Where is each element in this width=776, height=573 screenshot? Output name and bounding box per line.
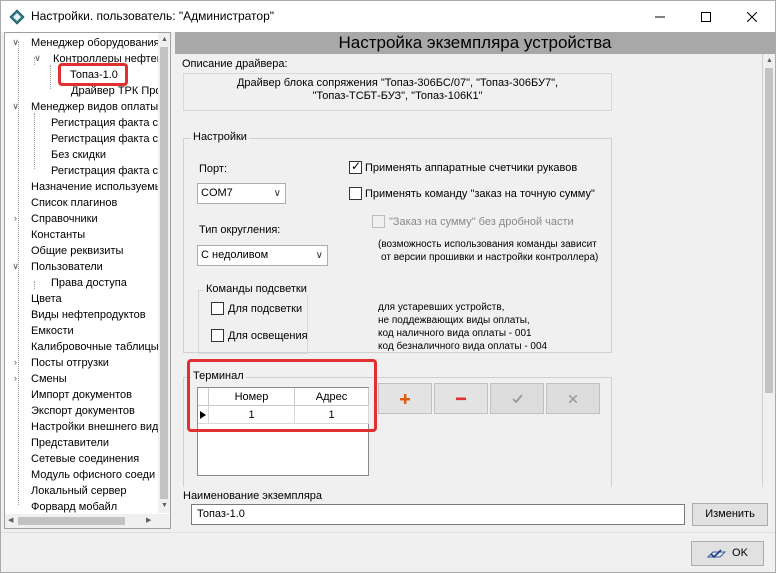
checkmark-icon: ✓	[351, 159, 362, 173]
dialog-footer: OK	[1, 532, 775, 572]
rounding-value: С недоливом	[201, 249, 269, 261]
port-label: Порт:	[199, 163, 227, 175]
scroll-corner	[158, 514, 170, 528]
expand-icon[interactable]: ›	[11, 358, 20, 367]
minimize-button[interactable]	[637, 1, 683, 32]
collapse-icon[interactable]: ∨	[33, 54, 42, 63]
minus-icon	[456, 397, 466, 400]
collapse-icon[interactable]: ∨	[11, 262, 20, 271]
scroll-up-icon[interactable]: ▲	[161, 35, 168, 45]
exact-sum-checkbox[interactable]	[349, 187, 362, 200]
rounding-select[interactable]: С недоливом ∨	[197, 245, 328, 266]
terminal-highlight	[187, 359, 377, 432]
exact-sum-label: Применять команду "заказ на точную сумму…	[365, 188, 595, 200]
confirm-row-button[interactable]	[490, 383, 544, 414]
maximize-button[interactable]	[683, 1, 729, 32]
chevron-down-icon: ∨	[273, 188, 281, 199]
panel-header: Настройка экземпляра устройства	[175, 32, 775, 54]
app-icon	[9, 9, 25, 25]
ok-button[interactable]: OK	[691, 541, 764, 566]
tree-connector	[34, 113, 35, 169]
backlight-fill-checkbox[interactable]	[211, 302, 224, 315]
checkmark-icon	[511, 394, 523, 403]
driver-desc-label: Описание драйвера:	[182, 58, 288, 70]
remove-row-button[interactable]	[434, 383, 488, 414]
cancel-row-button[interactable]	[546, 383, 600, 414]
backlight-light-checkbox[interactable]	[211, 329, 224, 342]
tree-horizontal-scrollbar[interactable]: ◀ ▶	[5, 514, 158, 528]
scroll-left-icon[interactable]: ◀	[8, 516, 13, 526]
title-bar[interactable]: Настройки. пользователь: "Администратор"	[1, 1, 775, 32]
scroll-down-icon[interactable]: ▼	[161, 501, 168, 511]
tree-vertical-thumb[interactable]	[160, 47, 168, 499]
main-panel: Настройка экземпляра устройства Описание…	[175, 32, 775, 529]
backlight-group-title: Команды подсветки	[204, 283, 309, 295]
note-legacy-4: код безналичного вида оплаты - 004	[378, 341, 548, 352]
plus-icon	[400, 393, 410, 404]
instance-name-panel: Наименование экземпляра Топаз-1.0 Измени…	[175, 487, 775, 529]
expand-icon[interactable]: ›	[11, 374, 20, 383]
note-legacy-3: код наличного вида оплаты - 001	[378, 328, 532, 339]
driver-desc-line: Драйвер блока сопряжения "Топаз-306БС/07…	[236, 77, 559, 89]
selected-item-highlight	[58, 63, 128, 86]
tree-horizontal-thumb[interactable]	[18, 517, 125, 525]
collapse-icon[interactable]: ∨	[11, 38, 20, 47]
rename-button[interactable]: Изменить	[692, 503, 768, 526]
content-vertical-scrollbar[interactable]: ▲ ▼	[763, 54, 775, 508]
hw-counters-label: Применять аппаратные счетчики рукавов	[365, 162, 578, 174]
settings-group-title: Настройки	[191, 131, 249, 143]
minimize-icon	[655, 16, 665, 17]
driver-desc-line: "Топаз-ТСБТ-БУЗ", "Топаз-106К1"	[312, 90, 483, 102]
backlight-group	[198, 290, 308, 354]
close-button[interactable]	[729, 1, 775, 32]
maximize-icon	[701, 11, 711, 22]
ok-check-icon	[707, 548, 727, 558]
tree-connector	[34, 281, 35, 289]
scroll-up-icon[interactable]: ▲	[766, 56, 773, 66]
settings-content: Описание драйвера: Драйвер блока сопряже…	[175, 54, 763, 508]
add-row-button[interactable]	[378, 383, 432, 414]
window-title: Настройки. пользователь: "Администратор"	[31, 9, 275, 23]
instance-name-label: Наименование экземпляра	[183, 490, 323, 502]
ok-label: OK	[732, 547, 748, 559]
expand-icon[interactable]: ›	[11, 214, 20, 223]
collapse-icon[interactable]: ∨	[11, 102, 20, 111]
port-value: COM7	[201, 187, 233, 199]
note-legacy-1: для устаревших устройств,	[378, 302, 505, 313]
note-firmware-2: от версии прошивки и настройки контролле…	[381, 252, 599, 263]
backlight-light-label: Для освещения	[228, 330, 308, 342]
tree-connector	[50, 65, 51, 89]
close-icon	[569, 394, 577, 403]
settings-window: Настройки. пользователь: "Администратор"…	[0, 0, 776, 573]
settings-tree[interactable]: ∨ Менеджер оборудования ∨ Контроллеры не…	[4, 32, 171, 529]
port-select[interactable]: COM7 ∨	[197, 183, 286, 204]
note-legacy-2: не поддежвающих виды оплаты,	[378, 315, 530, 326]
backlight-fill-label: Для подсветки	[228, 303, 303, 315]
instance-name-input[interactable]: Топаз-1.0	[191, 504, 685, 525]
close-icon	[747, 11, 757, 22]
content-vertical-thumb[interactable]	[765, 68, 773, 393]
hw-counters-checkbox[interactable]: ✓	[349, 159, 362, 174]
order-sum-label: "Заказ на сумму" без дробной части	[389, 216, 574, 228]
chevron-down-icon: ∨	[315, 250, 323, 261]
rounding-label: Тип округления:	[199, 224, 281, 236]
tree-vertical-scrollbar[interactable]: ▲ ▼	[158, 33, 170, 513]
note-firmware-1: (возможность использования команды завис…	[378, 239, 597, 250]
scroll-right-icon[interactable]: ▶	[146, 516, 151, 526]
order-sum-checkbox[interactable]	[372, 215, 385, 228]
driver-description: Драйвер блока сопряжения "Топаз-306БС/07…	[183, 73, 612, 111]
